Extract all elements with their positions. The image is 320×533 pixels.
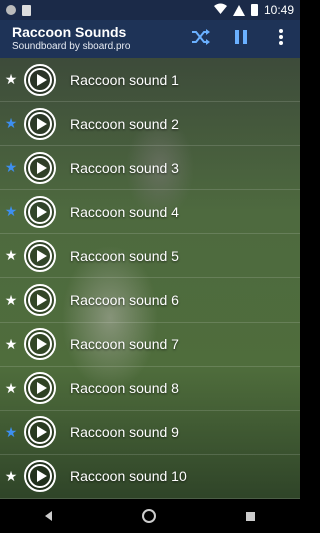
play-button[interactable] [24,107,56,140]
cell-signal-icon [232,4,245,16]
shuffle-button[interactable] [190,26,212,48]
play-icon [36,382,47,395]
app-actions [190,26,292,48]
play-button[interactable] [24,416,56,449]
status-notifications [6,4,31,16]
sound-row[interactable]: ★ Raccoon sound 2 [0,102,300,147]
play-icon [36,294,47,307]
recents-icon[interactable] [246,511,255,521]
play-button[interactable] [24,328,56,361]
play-icon [36,73,47,86]
play-icon [36,338,47,351]
play-icon [36,470,47,483]
pause-button[interactable] [230,26,252,48]
sound-label: Raccoon sound 9 [70,424,179,441]
favorite-star-icon[interactable]: ★ [0,424,22,441]
sound-label: Raccoon sound 4 [70,203,179,220]
sound-label: Raccoon sound 10 [70,468,187,485]
back-icon[interactable] [45,511,52,521]
sound-row[interactable]: ★ Raccoon sound 7 [0,323,300,367]
notification-dot-icon [6,5,16,15]
more-options-button[interactable] [270,26,292,48]
sound-row[interactable]: ★ Raccoon sound 1 [0,58,300,103]
sound-list[interactable]: ★ Raccoon sound 1 ★ Raccoon sound 2 ★ Raccoon… [0,58,300,499]
sd-card-icon [22,4,31,16]
play-button[interactable] [24,284,56,317]
sound-row[interactable]: ★ Raccoon sound 3 [0,146,300,191]
sound-label: Raccoon sound 8 [70,380,179,397]
play-icon [36,205,47,218]
sound-row[interactable]: ★ Raccoon sound 4 [0,190,300,235]
play-button[interactable] [24,460,56,493]
play-icon [36,249,47,262]
play-button[interactable] [24,151,56,184]
favorite-star-icon[interactable]: ★ [0,159,22,176]
play-icon [36,117,47,130]
favorite-star-icon[interactable]: ★ [0,292,22,309]
status-bar: 10:49 [0,0,300,20]
favorite-star-icon[interactable]: ★ [0,115,22,132]
sound-label: Raccoon sound 2 [70,115,179,132]
app-bar: Raccoon Sounds Soundboard by sboard.pro [0,20,300,58]
play-button[interactable] [24,195,56,228]
sound-label: Raccoon sound 7 [70,336,179,353]
status-system: 10:49 [213,3,294,17]
sound-row[interactable]: ★ Raccoon sound 8 [0,367,300,411]
more-vert-icon [279,29,283,45]
play-button[interactable] [24,372,56,405]
sound-label: Raccoon sound 1 [70,71,179,88]
sound-label: Raccoon sound 3 [70,159,179,176]
sound-row[interactable]: ★ Raccoon sound 6 [0,278,300,323]
favorite-star-icon[interactable]: ★ [0,380,22,397]
sound-label: Raccoon sound 6 [70,292,179,309]
wifi-icon [213,3,227,17]
favorite-star-icon[interactable]: ★ [0,336,22,353]
sound-row[interactable]: ★ Raccoon sound 5 [0,234,300,279]
sound-row[interactable]: ★ Raccoon sound 10 [0,455,300,499]
play-icon [36,426,47,439]
pause-icon [235,30,247,44]
play-button[interactable] [24,239,56,272]
sound-row[interactable]: ★ Raccoon sound 9 [0,411,300,455]
battery-icon [250,4,258,16]
favorite-star-icon[interactable]: ★ [0,468,22,485]
favorite-star-icon[interactable]: ★ [0,203,22,220]
favorite-star-icon[interactable]: ★ [0,247,22,264]
sound-label: Raccoon sound 5 [70,247,179,264]
play-button[interactable] [24,63,56,96]
play-icon [36,161,47,174]
favorite-star-icon[interactable]: ★ [0,71,22,88]
home-icon[interactable] [142,509,156,523]
navigation-bar [0,499,300,533]
shuffle-icon [192,29,210,45]
status-time: 10:49 [263,3,294,17]
